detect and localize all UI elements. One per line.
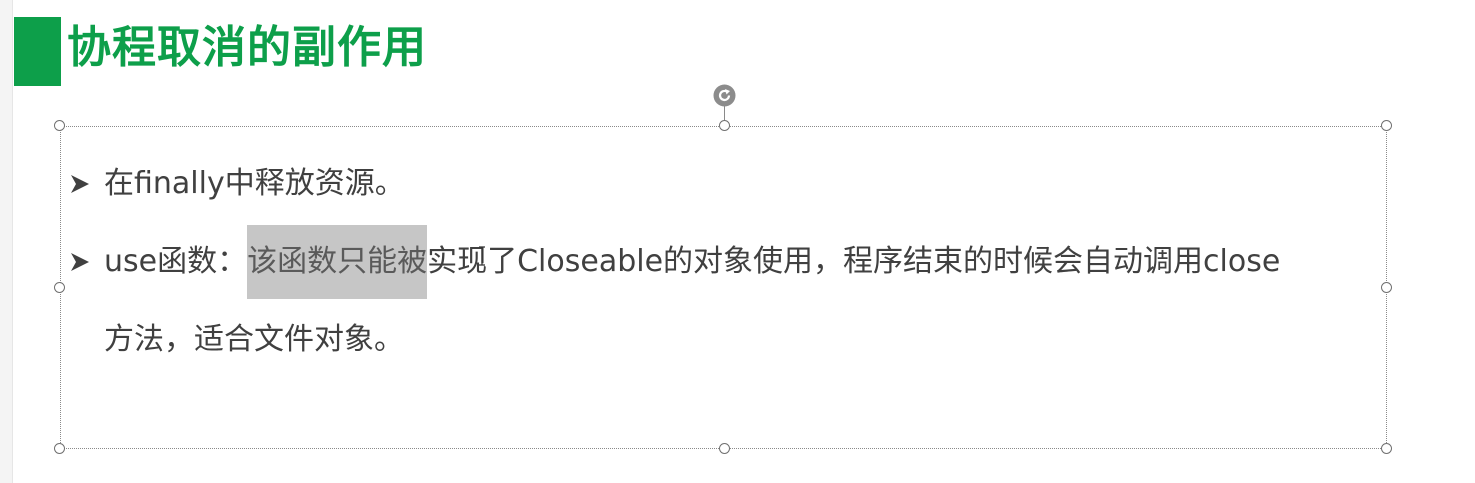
slide-title[interactable]: 协程取消的副作用 bbox=[67, 18, 427, 78]
resize-handle-bottom-left[interactable] bbox=[54, 443, 65, 454]
arrowhead-bullet-icon bbox=[71, 175, 89, 193]
arrowhead-bullet-icon bbox=[71, 253, 89, 271]
bullet-lead-text: use函数： bbox=[104, 244, 248, 279]
bullet-continuation-text: 方法，适合文件对象。 bbox=[104, 322, 404, 357]
resize-handle-bottom[interactable] bbox=[719, 443, 730, 454]
resize-handle-top-right[interactable] bbox=[1381, 120, 1392, 131]
bullet-continuation[interactable]: 方法，适合文件对象。 bbox=[104, 320, 404, 360]
rotate-icon[interactable] bbox=[713, 84, 736, 107]
bullet-text: 在finally中释放资源。 bbox=[104, 166, 405, 201]
bullet-text: 实现了Closeable的对象使用，程序结束的时候会自动调用close bbox=[427, 244, 1281, 279]
text-cursor-icon bbox=[479, 246, 485, 266]
selected-text-highlight[interactable]: 该函数只能被 bbox=[247, 225, 428, 299]
resize-handle-left[interactable] bbox=[54, 282, 65, 293]
resize-handle-right[interactable] bbox=[1381, 282, 1392, 293]
slide-panel-edge bbox=[0, 0, 13, 483]
bullet-item[interactable]: use函数：该函数只能被实现了Closeable的对象使用，程序结束的时候会自动… bbox=[104, 225, 1281, 299]
slide-canvas: 协程取消的副作用 在finally中释放资源。 use函数：该函数只能被实现了C… bbox=[0, 0, 1475, 483]
title-accent-bar bbox=[14, 17, 61, 86]
resize-handle-bottom-right[interactable] bbox=[1381, 443, 1392, 454]
resize-handle-top-left[interactable] bbox=[54, 120, 65, 131]
resize-handle-top[interactable] bbox=[719, 120, 730, 131]
bullet-item[interactable]: 在finally中释放资源。 bbox=[104, 164, 405, 204]
